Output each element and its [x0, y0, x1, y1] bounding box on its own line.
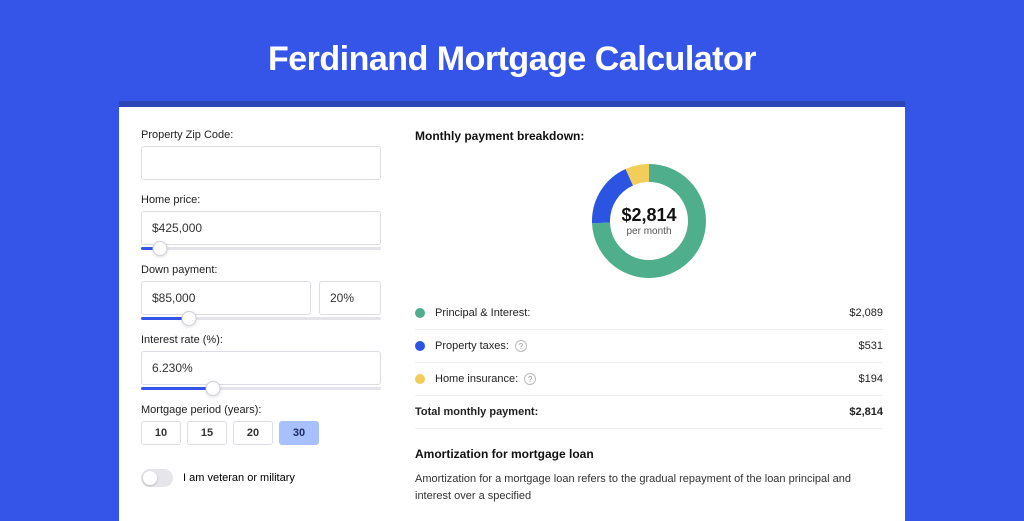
down-label: Down payment:: [141, 264, 381, 276]
payment-donut-chart: $2,814 per month: [587, 159, 711, 283]
breakdown-name: Property taxes:: [435, 340, 509, 352]
zip-field-group: Property Zip Code:: [141, 129, 381, 180]
zip-input[interactable]: [141, 146, 381, 180]
rate-label: Interest rate (%):: [141, 334, 381, 346]
page-wrap: Ferdinand Mortgage Calculator Property Z…: [0, 0, 1024, 521]
rate-input[interactable]: [141, 351, 381, 385]
color-dot-icon: [415, 308, 425, 318]
donut-wrap: $2,814 per month: [415, 151, 883, 297]
down-value-input[interactable]: [141, 281, 311, 315]
price-label: Home price:: [141, 194, 381, 206]
donut-center-label: per month: [626, 226, 671, 237]
breakdown-name: Principal & Interest:: [435, 307, 530, 319]
info-icon[interactable]: ?: [515, 340, 527, 352]
veteran-row: I am veteran or military: [141, 469, 381, 487]
breakdown-value: $194: [859, 373, 883, 385]
zip-label: Property Zip Code:: [141, 129, 381, 141]
rate-slider[interactable]: [141, 387, 381, 390]
info-icon[interactable]: ?: [524, 373, 536, 385]
period-options: 10 15 20 30: [141, 421, 381, 445]
results-panel: Monthly payment breakdown: $2,814 per mo…: [415, 129, 883, 521]
total-value: $2,814: [849, 406, 883, 418]
breakdown-row: Principal & Interest: $2,089: [415, 297, 883, 330]
period-option-15[interactable]: 15: [187, 421, 227, 445]
down-field-group: Down payment:: [141, 264, 381, 320]
donut-center-value: $2,814: [621, 205, 676, 226]
breakdown-row: Home insurance:? $194: [415, 363, 883, 396]
breakdown-row: Property taxes:? $531: [415, 330, 883, 363]
period-option-20[interactable]: 20: [233, 421, 273, 445]
price-field-group: Home price:: [141, 194, 381, 250]
page-title: Ferdinand Mortgage Calculator: [268, 40, 756, 79]
rate-field-group: Interest rate (%):: [141, 334, 381, 390]
period-field-group: Mortgage period (years): 10 15 20 30: [141, 404, 381, 445]
down-slider[interactable]: [141, 317, 381, 320]
period-option-10[interactable]: 10: [141, 421, 181, 445]
donut-center: $2,814 per month: [587, 159, 711, 283]
period-label: Mortgage period (years):: [141, 404, 381, 416]
period-option-30[interactable]: 30: [279, 421, 319, 445]
breakdown-list: Principal & Interest: $2,089 Property ta…: [415, 297, 883, 429]
veteran-toggle[interactable]: [141, 469, 173, 487]
breakdown-title: Monthly payment breakdown:: [415, 129, 883, 143]
amortization-heading: Amortization for mortgage loan: [415, 447, 883, 461]
breakdown-value: $2,089: [849, 307, 883, 319]
veteran-label: I am veteran or military: [183, 472, 295, 484]
amortization-text: Amortization for a mortgage loan refers …: [415, 471, 883, 504]
color-dot-icon: [415, 374, 425, 384]
calculator-card: Property Zip Code: Home price: Down paym…: [119, 101, 905, 521]
price-input[interactable]: [141, 211, 381, 245]
amortization-section: Amortization for mortgage loan Amortizat…: [415, 447, 883, 504]
form-panel: Property Zip Code: Home price: Down paym…: [141, 129, 381, 521]
breakdown-value: $531: [859, 340, 883, 352]
total-label: Total monthly payment:: [415, 406, 538, 418]
price-slider[interactable]: [141, 247, 381, 250]
down-percent-input[interactable]: [319, 281, 381, 315]
color-dot-icon: [415, 341, 425, 351]
breakdown-name: Home insurance:: [435, 373, 518, 385]
breakdown-total-row: Total monthly payment: $2,814: [415, 396, 883, 429]
